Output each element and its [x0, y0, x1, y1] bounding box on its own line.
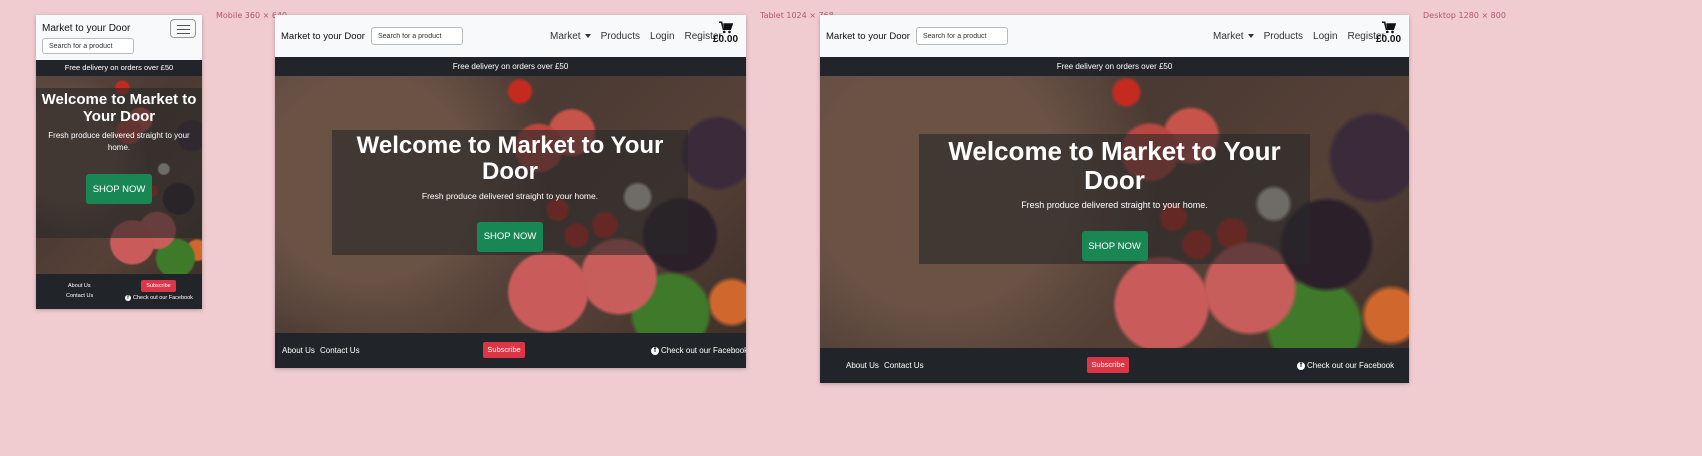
facebook-link-label: Check out our Facebook — [133, 295, 193, 301]
navbar: Market to your Door — [36, 15, 202, 60]
navbar: Market to your Door Market Products Logi… — [820, 15, 1409, 57]
subscribe-button[interactable]: Subscribe — [141, 280, 176, 292]
hero: Welcome to Market to Your Door Fresh pro… — [820, 76, 1409, 348]
facebook-icon: f — [125, 295, 131, 301]
cart-total: £0.00 — [713, 34, 739, 45]
cart-icon — [718, 21, 733, 34]
hero-title: Welcome to Market to Your Door — [948, 136, 1281, 195]
nav-login[interactable]: Login — [650, 31, 674, 42]
hero: Welcome to Market to Your Door Fresh pro… — [36, 76, 202, 274]
brand[interactable]: Market to your Door — [42, 23, 130, 34]
brand[interactable]: Market to your Door — [826, 31, 910, 42]
search-input[interactable] — [916, 27, 1008, 45]
facebook-link[interactable]: f Check out our Facebook — [651, 346, 746, 355]
footer: About Us Contact Us Subscribe f Check ou… — [820, 348, 1409, 383]
hero-subtitle: Fresh produce delivered straight to your… — [421, 190, 599, 201]
delivery-banner: Free delivery on orders over £50 — [275, 57, 746, 76]
navbar: Market to your Door Market Products Logi… — [275, 15, 746, 57]
desktop-label: Desktop 1280 × 800 — [1423, 11, 1506, 20]
nav-links: Market Products Login Register — [1203, 31, 1385, 42]
nav-market[interactable]: Market — [1213, 31, 1254, 42]
nav-market-label: Market — [1213, 31, 1244, 42]
tablet-preview: Market to your Door Market Products Logi… — [275, 15, 746, 368]
search-input[interactable] — [371, 27, 463, 45]
nav-market-label: Market — [550, 31, 581, 42]
search-input[interactable] — [42, 38, 134, 54]
shop-now-button[interactable]: SHOP NOW — [86, 174, 152, 204]
desktop-preview: Market to your Door Market Products Logi… — [820, 15, 1409, 383]
about-link[interactable]: About Us — [282, 346, 315, 355]
contact-link[interactable]: Contact Us — [66, 293, 93, 299]
facebook-link[interactable]: f Check out our Facebook — [125, 295, 193, 301]
hero: Welcome to Market to Your Door Fresh pro… — [275, 76, 746, 333]
cart[interactable]: £0.00 — [1376, 21, 1401, 45]
about-link[interactable]: About Us — [846, 361, 879, 370]
shop-now-button[interactable]: SHOP NOW — [1081, 231, 1148, 262]
nav-market[interactable]: Market — [550, 31, 591, 42]
subscribe-button[interactable]: Subscribe — [1087, 357, 1129, 373]
contact-link[interactable]: Contact Us — [884, 361, 924, 370]
facebook-link-label: Check out our Facebook — [1307, 361, 1395, 370]
footer: About Us Contact Us Subscribe f Check ou… — [36, 274, 202, 309]
subscribe-button[interactable]: Subscribe — [483, 342, 525, 358]
about-link[interactable]: About Us — [68, 283, 91, 289]
hero-overlay: Welcome to Market to Your Door Fresh pro… — [919, 134, 1310, 264]
cart-icon — [1381, 21, 1396, 34]
chevron-down-icon — [584, 34, 591, 39]
hero-title: Welcome to Market to Your Door — [356, 132, 664, 186]
hero-subtitle: Fresh produce delivered straight to your… — [48, 131, 190, 152]
cart-total: £0.00 — [1376, 34, 1402, 45]
menu-toggle-icon[interactable] — [170, 19, 196, 38]
shop-now-button[interactable]: SHOP NOW — [477, 221, 543, 252]
hero-subtitle: Fresh produce delivered straight to your… — [1021, 200, 1208, 211]
footer: About Us Contact Us Subscribe f Check ou… — [275, 333, 746, 368]
facebook-link[interactable]: f Check out our Facebook — [1297, 361, 1394, 370]
facebook-icon: f — [1297, 361, 1305, 370]
mobile-preview: Market to your Door Free delivery on ord… — [36, 15, 202, 309]
hero-overlay: Welcome to Market to Your Door Fresh pro… — [36, 88, 202, 238]
cart[interactable]: £0.00 — [713, 21, 738, 45]
chevron-down-icon — [1247, 34, 1254, 39]
nav-links: Market Products Login Register — [540, 31, 722, 42]
delivery-banner: Free delivery on orders over £50 — [36, 60, 202, 76]
facebook-icon: f — [651, 346, 659, 355]
brand[interactable]: Market to your Door — [281, 31, 365, 42]
nav-products[interactable]: Products — [1264, 31, 1303, 42]
facebook-link-label: Check out our Facebook — [661, 346, 746, 355]
nav-products[interactable]: Products — [601, 31, 640, 42]
delivery-banner: Free delivery on orders over £50 — [820, 57, 1409, 76]
hero-title: Welcome to Market to Your Door — [41, 91, 197, 125]
contact-link[interactable]: Contact Us — [320, 346, 360, 355]
hero-overlay: Welcome to Market to Your Door Fresh pro… — [332, 130, 688, 255]
nav-login[interactable]: Login — [1313, 31, 1337, 42]
